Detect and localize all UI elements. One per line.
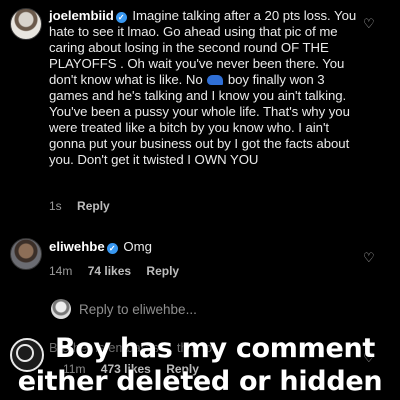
- avatar[interactable]: [10, 238, 42, 270]
- comment-text: Omg: [123, 239, 152, 254]
- comment-body: joelembiid ✓ Imagine talking after a 20 p…: [49, 8, 357, 168]
- like-heart-icon[interactable]: ♡: [363, 251, 375, 264]
- comment-time: 1s: [49, 199, 62, 213]
- avatar: [51, 299, 71, 319]
- verified-badge-icon: ✓: [115, 12, 127, 23]
- caption-line-1: Boy has my comment: [54, 333, 376, 364]
- comment-username[interactable]: eliwehbe: [49, 239, 105, 254]
- like-count[interactable]: 74 likes: [88, 264, 131, 278]
- verified-badge-icon: ✓: [106, 243, 118, 254]
- comment-username[interactable]: joelembiid: [49, 8, 114, 23]
- comments-screen: joelembiid ✓ Imagine talking after a 20 p…: [0, 0, 400, 400]
- comment-joelembiid: joelembiid ✓ Imagine talking after a 20 p…: [0, 0, 400, 215]
- blue-cap-emoji-icon: [207, 75, 224, 85]
- story-caption: Boy has my comment either deleted or hid…: [0, 332, 400, 398]
- avatar[interactable]: [10, 8, 42, 40]
- reply-input[interactable]: [79, 298, 309, 320]
- comment-meta: 1s Reply: [49, 199, 122, 213]
- like-heart-icon[interactable]: ♡: [363, 17, 375, 30]
- comment-time: 14m: [49, 264, 73, 278]
- comment-body: eliwehbe ✓ Omg: [49, 239, 152, 254]
- reply-button[interactable]: Reply: [77, 199, 110, 213]
- caption-line-2: either deleted or hidden: [17, 366, 383, 397]
- reply-composer: [49, 295, 349, 323]
- comment-meta: 14m 74 likes Reply: [49, 264, 191, 278]
- reply-button[interactable]: Reply: [146, 264, 179, 278]
